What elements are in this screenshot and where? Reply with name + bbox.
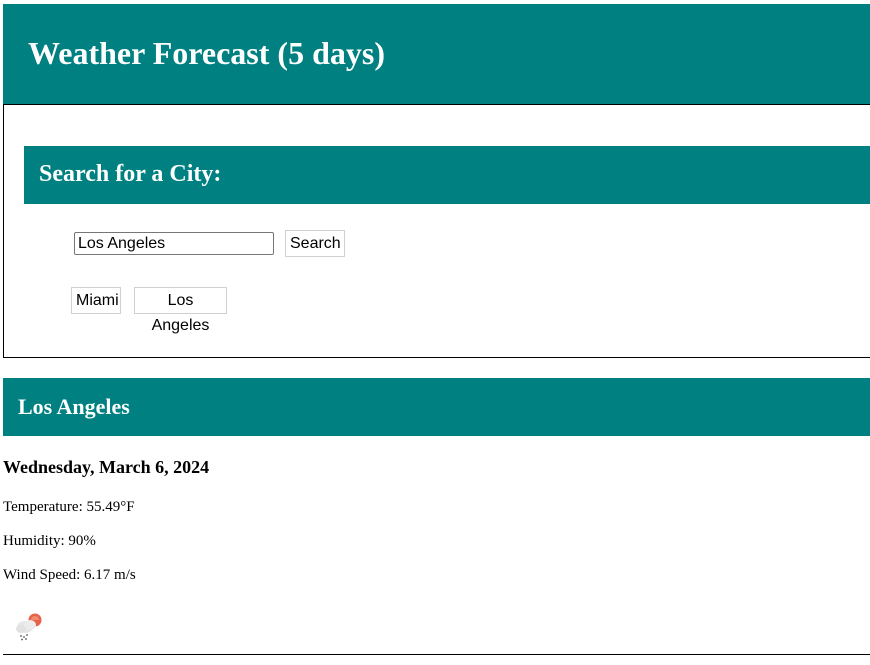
city-search-input[interactable]: [74, 232, 274, 255]
history-button-miami[interactable]: Miami: [71, 287, 121, 314]
cloud-rain-sun-icon: [16, 613, 42, 641]
wind-speed-text: Wind Speed: 6.17 m/s: [3, 567, 136, 583]
search-section: Search for a City: Search Miami Los Ange…: [3, 105, 870, 358]
temperature-text: Temperature: 55.49°F: [3, 499, 135, 515]
search-heading-bar: Search for a City:: [24, 146, 870, 204]
search-button[interactable]: Search: [285, 230, 345, 257]
forecast-date: Wednesday, March 6, 2024: [3, 457, 210, 477]
current-city-bar: Los Angeles: [3, 378, 870, 436]
page-header: Weather Forecast (5 days): [3, 4, 870, 105]
humidity-text: Humidity: 90%: [3, 533, 96, 549]
search-heading: Search for a City:: [39, 161, 222, 187]
current-city-name: Los Angeles: [18, 394, 130, 419]
forecast-divider: [3, 654, 870, 655]
page-title: Weather Forecast (5 days): [28, 35, 385, 71]
history-button-los-angeles[interactable]: Los Angeles: [134, 287, 227, 334]
